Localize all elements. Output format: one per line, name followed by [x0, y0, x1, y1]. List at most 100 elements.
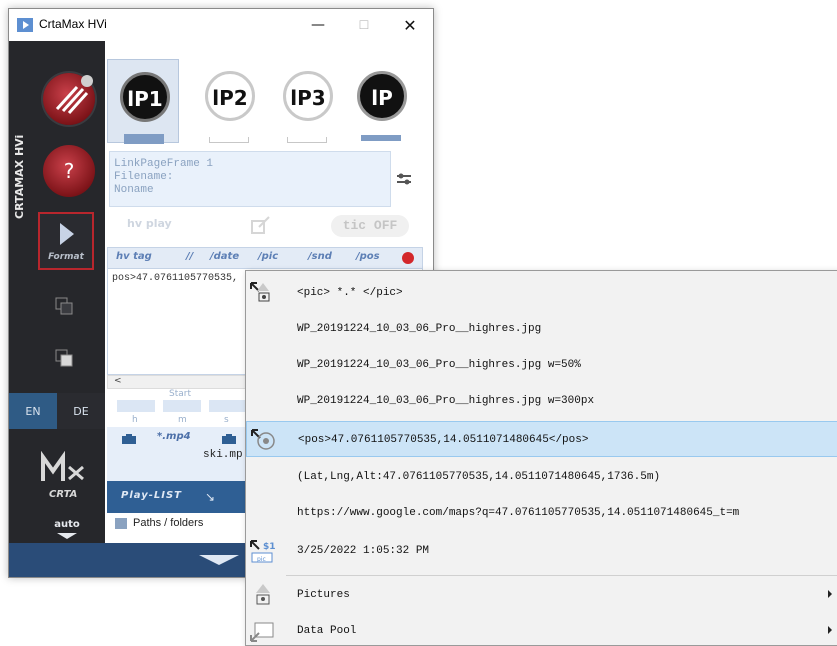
snd-tag-button[interactable]: /snd — [308, 251, 332, 262]
paths-label: Paths / folders — [133, 517, 204, 529]
auto-label: auto — [54, 519, 80, 530]
close-button[interactable]: ✕ — [387, 9, 433, 41]
menu-item-text: Pictures — [297, 589, 350, 601]
menu-item-data-pool[interactable]: Data Pool — [246, 613, 837, 645]
lp4-label: lP — [371, 86, 393, 110]
crtamax-logo-button[interactable] — [43, 73, 95, 125]
lp3-label: lP3 — [290, 86, 326, 110]
brand-vertical-label: CRTAMAX HVi — [13, 135, 26, 219]
pic-tag-button[interactable]: /pic — [258, 251, 278, 262]
menu-item-pic-file-300px[interactable]: WP_20191224_10_03_06_Pro__highres.jpg w=… — [246, 383, 837, 419]
comment-tag-button[interactable]: // — [186, 251, 193, 262]
lp2-disc-icon: lP2 — [205, 71, 255, 121]
tab-lp1-indicator — [124, 134, 164, 144]
lp-welcome-disc-icon: lP — [357, 71, 407, 121]
photo-pick-icon — [250, 282, 270, 302]
submenu-arrow-icon — [828, 590, 832, 598]
minutes-label: m — [178, 415, 187, 425]
help-button[interactable]: ? — [43, 145, 95, 197]
menu-item-text: WP_20191224_10_03_06_Pro__highres.jpg w=… — [297, 359, 581, 371]
tab-lp1[interactable]: lP1 — [107, 59, 179, 144]
hours-field[interactable] — [117, 400, 155, 412]
mp4-filter[interactable]: *.mp4 — [157, 431, 191, 442]
menu-item-text: (Lat,Lng,Alt:47.0761105770535,14.0511071… — [297, 471, 661, 483]
play-arrow-icon — [60, 223, 74, 245]
brand-vertical-text: CRTAMAX HVi — [13, 135, 26, 219]
info-filename-label: Filename: — [114, 171, 174, 183]
menu-item-pos-tag[interactable]: <pos>47.0761105770535,14.0511071480645</… — [246, 421, 837, 457]
seconds-field[interactable] — [209, 400, 247, 412]
tag-toolbar: hv tag // /date /pic /snd /pos — [107, 247, 423, 269]
menu-item-text: <pos>47.0761105770535,14.0511071480645</… — [298, 434, 589, 446]
tab-lp2[interactable]: lP2 — [193, 59, 265, 143]
hv-tag-button[interactable]: hv tag — [116, 251, 152, 262]
menu-item-text: https://www.google.com/maps?q=47.0761105… — [297, 507, 740, 519]
minimize-button[interactable]: — — [295, 9, 341, 41]
tab-lp4-indicator — [361, 135, 401, 141]
tic-toggle[interactable]: tic OFF — [331, 215, 409, 237]
title-bar: CrtaMax HVi — ☐ ✕ — [9, 9, 433, 41]
tab-lp2-indicator — [209, 137, 249, 143]
svg-text:pic: pic — [257, 556, 266, 563]
pictures-icon — [256, 584, 270, 605]
pos-tag-button[interactable]: /pos — [356, 251, 380, 262]
crta-logo-text: CRTA — [49, 489, 77, 500]
menu-item-text: WP_20191224_10_03_06_Pro__highres.jpg — [297, 323, 542, 335]
copy-icon[interactable] — [55, 297, 73, 315]
chevron-down-icon — [199, 555, 239, 565]
app-icon — [17, 18, 33, 32]
start-label: Start — [169, 389, 191, 399]
folder-icon — [115, 518, 127, 529]
lp3-disc-icon: lP3 — [283, 71, 333, 121]
format-button[interactable]: Format — [38, 212, 94, 270]
pic-info-icon: pic $1 — [250, 540, 275, 563]
media-file-name: ski.mp — [203, 449, 243, 461]
lang-en-button[interactable]: EN — [9, 393, 57, 429]
minutes-field[interactable] — [163, 400, 201, 412]
tab-lp3[interactable]: lP3 — [271, 59, 343, 143]
hours-label: h — [132, 415, 138, 425]
menu-item-text: <pic> *.* </pic> — [297, 287, 403, 299]
tab-lp-welcome[interactable]: lP — [345, 59, 417, 143]
submenu-arrow-icon — [828, 626, 832, 634]
play-toolbar: hv play tic OFF — [109, 213, 419, 241]
settings-icon[interactable] — [397, 173, 411, 185]
delete-icon[interactable] — [402, 252, 414, 264]
date-tag-button[interactable]: /date — [210, 251, 239, 262]
edit-pen-icon[interactable] — [249, 215, 271, 237]
stripes-icon — [55, 75, 93, 115]
lp1-disc-icon: lP1 — [120, 72, 170, 122]
svg-text:$1: $1 — [263, 542, 275, 552]
link-page-info: LinkPageFrame 1 Filename: Noname — [109, 151, 391, 207]
menu-separator — [286, 575, 837, 576]
info-filename: Noname — [114, 184, 154, 196]
menu-item-pictures[interactable]: Pictures — [246, 577, 837, 613]
menu-item-lat-lng-alt[interactable]: (Lat,Lng,Alt:47.0761105770535,14.0511071… — [246, 459, 837, 495]
menu-item-text: 3/25/2022 1:05:32 PM — [297, 545, 430, 557]
copy-top-icon[interactable] — [55, 349, 73, 367]
tab-lp3-indicator — [287, 137, 327, 143]
hv-play-button[interactable]: hv play — [127, 217, 172, 230]
menu-item-date[interactable]: pic $1 3/25/2022 1:05:32 PM — [246, 533, 837, 569]
maximize-button[interactable]: ☐ — [341, 9, 387, 41]
menu-item-text: WP_20191224_10_03_06_Pro__highres.jpg w=… — [297, 395, 595, 407]
seconds-label: s — [224, 415, 229, 425]
menu-item-pic-file[interactable]: WP_20191224_10_03_06_Pro__highres.jpg — [246, 311, 837, 347]
arrow-down-right-icon: ↘ — [205, 490, 216, 504]
camera-icon[interactable] — [221, 433, 237, 445]
lang-de-button[interactable]: DE — [57, 393, 105, 429]
menu-item-pic-tag[interactable]: <pic> *.* </pic> — [246, 275, 837, 311]
position-target-icon — [251, 429, 275, 450]
crta-logo: CRTA — [41, 451, 84, 500]
auto-button[interactable]: auto — [47, 519, 87, 543]
menu-item-google-maps-link[interactable]: https://www.google.com/maps?q=47.0761105… — [246, 495, 837, 531]
chevron-down-icon — [57, 533, 77, 539]
lp2-label: lP2 — [212, 86, 248, 110]
menu-item-pic-file-50[interactable]: WP_20191224_10_03_06_Pro__highres.jpg w=… — [246, 347, 837, 383]
info-frame: LinkPageFrame 1 — [114, 158, 214, 170]
context-menu: <pic> *.* </pic> WP_20191224_10_03_06_Pr… — [245, 270, 837, 646]
camera-icon[interactable] — [121, 433, 137, 445]
scroll-left-arrow[interactable]: < — [114, 376, 122, 386]
sidebar: CRTAMAX HVi ? Format EN DE CRTA auto — [9, 41, 105, 553]
lp1-label: lP1 — [127, 87, 163, 111]
